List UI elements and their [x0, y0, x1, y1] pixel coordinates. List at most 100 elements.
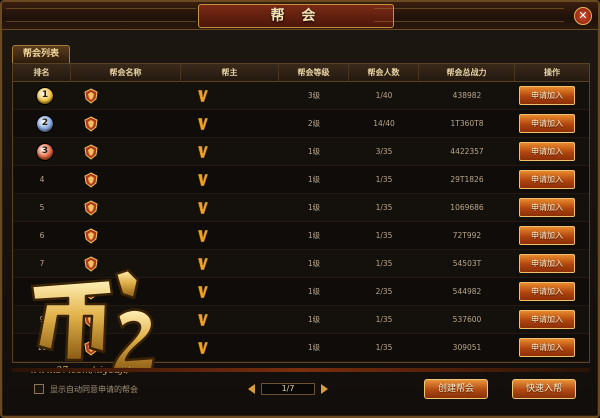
table-row: 4 1级 1/35 29T1826 申请加入	[13, 166, 589, 194]
level-cell: 1级	[307, 259, 321, 268]
power-cell: 4422357	[450, 147, 484, 156]
guild-emblem-icon	[84, 144, 98, 160]
members-cell: 1/35	[375, 175, 393, 184]
leader-v-icon	[198, 286, 208, 298]
power-cell: 438982	[452, 91, 482, 100]
table-row: 3 1级 3/35 4422357 申请加入	[13, 138, 589, 166]
guild-emblem-icon	[84, 312, 98, 328]
power-cell: 54503T	[452, 259, 482, 268]
rank-cell: 10	[37, 343, 47, 352]
guild-emblem-icon	[84, 88, 98, 104]
members-cell: 1/35	[375, 259, 393, 268]
title-bar: 帮 会 ✕	[2, 2, 598, 30]
guild-list-panel: 排名 帮会名称 帮主 帮会等级 帮会人数 帮会总战力 操作 1 3级 1/40 438…	[12, 63, 590, 363]
level-cell: 1级	[307, 175, 321, 184]
auto-approve-label: 显示自动同意申请的帮会	[50, 384, 138, 394]
table-row: 8 1级 2/35 544982 申请加入	[13, 278, 589, 306]
guild-emblem-icon	[84, 284, 98, 300]
tab-guild-list[interactable]: 帮会列表	[12, 45, 70, 63]
footer-divider	[12, 368, 590, 372]
guild-emblem-icon	[84, 340, 98, 356]
power-cell: 544982	[452, 287, 482, 296]
table-row: 5 1级 1/35 1069686 申请加入	[13, 194, 589, 222]
rank-cell: 7	[39, 259, 45, 268]
col-members: 帮会人数	[349, 64, 419, 82]
window-title: 帮 会	[198, 4, 394, 28]
guild-emblem-icon	[84, 200, 98, 216]
guild-emblem-icon	[84, 172, 98, 188]
table-row: 1 3级 1/40 438982 申请加入	[13, 82, 589, 110]
table-row: 6 1级 1/35 72T992 申请加入	[13, 222, 589, 250]
guild-emblem-icon	[84, 116, 98, 132]
apply-join-button[interactable]: 申请加入	[519, 310, 575, 329]
guild-emblem-icon	[84, 228, 98, 244]
table-row: 9 1级 1/35 537600 申请加入	[13, 306, 589, 334]
apply-join-button[interactable]: 申请加入	[519, 338, 575, 357]
title-ornament-right	[374, 8, 564, 22]
members-cell: 2/35	[375, 287, 393, 296]
power-cell: 537600	[452, 315, 482, 324]
level-cell: 2级	[307, 119, 321, 128]
quick-join-button[interactable]: 快速入帮	[512, 379, 576, 399]
col-action: 操作	[544, 68, 560, 77]
rank-medal-icon: 1	[37, 88, 53, 104]
level-cell: 1级	[307, 343, 321, 352]
auto-approve-checkbox[interactable]	[34, 384, 44, 394]
level-cell: 1级	[307, 147, 321, 156]
table-row: 2 2级 14/40 1T360T8 申请加入	[13, 110, 589, 138]
members-cell: 1/35	[375, 231, 393, 240]
members-cell: 1/40	[375, 91, 393, 100]
table-header: 排名 帮会名称 帮主 帮会等级 帮会人数 帮会总战力 操作	[13, 64, 589, 82]
members-cell: 3/35	[375, 147, 393, 156]
level-cell: 1级	[307, 231, 321, 240]
apply-join-button[interactable]: 申请加入	[519, 226, 575, 245]
title-ornament-left	[6, 8, 196, 22]
level-cell: 3级	[307, 91, 321, 100]
create-guild-button[interactable]: 创建帮会	[424, 379, 488, 399]
guild-rows: 1 3级 1/40 438982 申请加入 2 2级 14/40 1T360T8 申请加入 3 1级 3…	[13, 82, 589, 362]
apply-join-button[interactable]: 申请加入	[519, 142, 575, 161]
apply-join-button[interactable]: 申请加入	[519, 114, 575, 133]
prev-page-arrow-icon[interactable]	[248, 384, 255, 394]
table-row: 10 1级 1/35 309051 申请加入	[13, 334, 589, 362]
apply-join-button[interactable]: 申请加入	[519, 282, 575, 301]
col-level: 帮会等级	[279, 64, 349, 82]
leader-v-icon	[198, 342, 208, 354]
page-indicator: 1/7	[261, 383, 315, 395]
col-guild-name: 帮会名称	[71, 64, 181, 82]
close-button[interactable]: ✕	[574, 7, 592, 25]
rank-cell: 8	[39, 287, 45, 296]
power-cell: 1T360T8	[450, 119, 484, 128]
rank-cell: 5	[39, 203, 45, 212]
apply-join-button[interactable]: 申请加入	[519, 254, 575, 273]
table-row: 7 1级 1/35 54503T 申请加入	[13, 250, 589, 278]
apply-join-button[interactable]: 申请加入	[519, 86, 575, 105]
rank-cell: 6	[39, 231, 45, 240]
guild-emblem-icon	[84, 256, 98, 272]
apply-join-button[interactable]: 申请加入	[519, 198, 575, 217]
rank-cell: 4	[39, 175, 45, 184]
col-leader: 帮主	[181, 64, 279, 82]
members-cell: 1/35	[375, 203, 393, 212]
col-rank: 排名	[13, 64, 71, 82]
auto-approve-filter[interactable]: 显示自动同意申请的帮会	[34, 383, 138, 395]
members-cell: 1/35	[375, 343, 393, 352]
rank-cell: 9	[39, 315, 45, 324]
leader-v-icon	[198, 174, 208, 186]
next-page-arrow-icon[interactable]	[321, 384, 328, 394]
level-cell: 1级	[307, 315, 321, 324]
leader-v-icon	[198, 118, 208, 130]
close-icon: ✕	[578, 9, 588, 22]
rank-medal-icon: 2	[37, 116, 53, 132]
leader-v-icon	[198, 202, 208, 214]
level-cell: 1级	[307, 203, 321, 212]
members-cell: 1/35	[375, 315, 393, 324]
apply-join-button[interactable]: 申请加入	[519, 170, 575, 189]
leader-v-icon	[198, 230, 208, 242]
members-cell: 14/40	[373, 119, 395, 128]
leader-v-icon	[198, 146, 208, 158]
level-cell: 1级	[307, 287, 321, 296]
col-power: 帮会总战力	[419, 64, 515, 82]
pagination: 1/7	[248, 382, 328, 396]
power-cell: 309051	[452, 343, 482, 352]
